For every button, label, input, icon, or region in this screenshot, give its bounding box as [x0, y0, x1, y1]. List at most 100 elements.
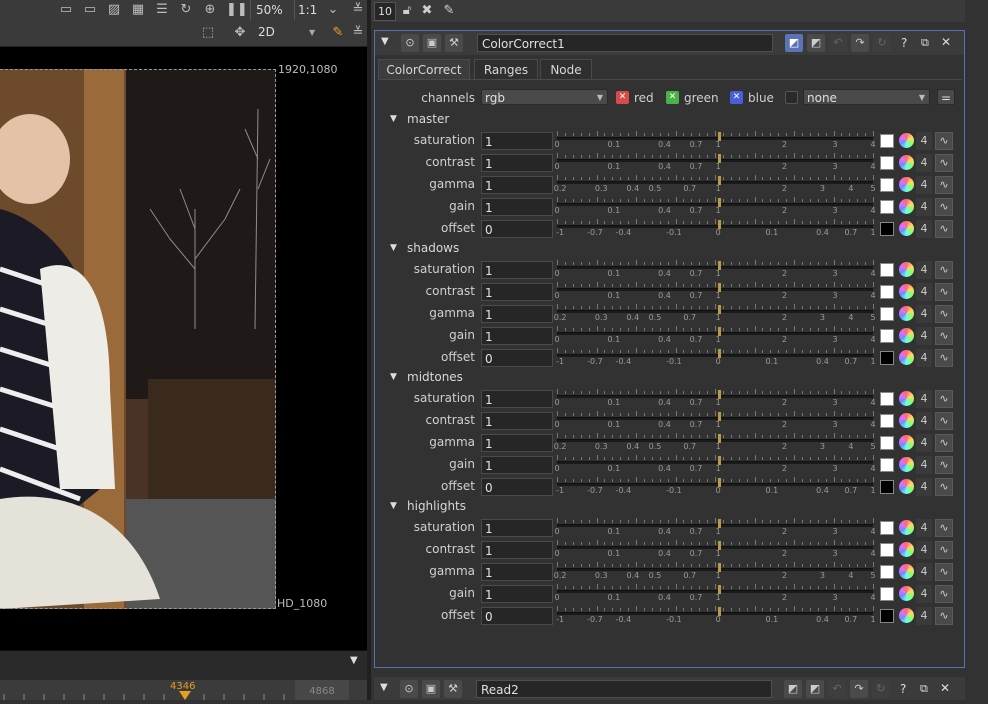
midtones-offset-color-swatch[interactable] [880, 480, 894, 494]
slider-handle[interactable] [718, 478, 722, 487]
slider-handle[interactable] [718, 519, 722, 528]
green-checkbox[interactable]: ✕ [666, 91, 679, 104]
slider-handle[interactable] [718, 585, 722, 594]
color-wheel-icon[interactable] [899, 564, 914, 579]
highlights-contrast-input[interactable]: 1 [481, 541, 553, 559]
color-wheel-icon[interactable] [899, 391, 914, 406]
shadows-contrast-slider[interactable]: 0 0.1 0.4 0.7 1 2 3 4 [554, 281, 876, 300]
midtones-offset-input[interactable]: 0 [481, 478, 553, 496]
transform-icon[interactable]: ✥ [232, 25, 248, 41]
color-wheel-icon[interactable] [899, 520, 914, 535]
master-gamma-input[interactable]: 1 [481, 176, 553, 194]
highlights-gain-slider[interactable]: 0 0.1 0.4 0.7 1 2 3 4 [554, 583, 876, 602]
animation-curve-icon[interactable]: ∿ [935, 305, 953, 323]
channel-count-button[interactable]: 4 [916, 349, 932, 367]
highlights-contrast-color-swatch[interactable] [880, 543, 894, 557]
highlights-saturation-color-swatch[interactable] [880, 521, 894, 535]
color-wheel-icon[interactable] [899, 457, 914, 472]
color-wheel-icon[interactable] [899, 306, 914, 321]
slider-handle[interactable] [718, 261, 722, 270]
stripes-icon[interactable]: ▨ [106, 2, 122, 18]
close-icon[interactable]: ✕ [941, 35, 951, 49]
node-copy-icon[interactable]: ▣ [422, 680, 440, 698]
wrench-icon[interactable]: ⚒ [444, 680, 462, 698]
shadows-gamma-input[interactable]: 1 [481, 305, 553, 323]
color-wheel-icon[interactable] [899, 177, 914, 192]
channel-count-button[interactable]: 4 [916, 154, 932, 172]
channel-count-button[interactable]: 4 [916, 283, 932, 301]
color-wheel-icon[interactable] [899, 413, 914, 428]
animation-curve-icon[interactable]: ∿ [935, 390, 953, 408]
slider-handle[interactable] [718, 220, 722, 229]
master-saturation-color-swatch[interactable] [880, 134, 894, 148]
shadows-gain-input[interactable]: 1 [481, 327, 553, 345]
wrench-icon[interactable]: ⚒ [445, 34, 463, 52]
color-wheel-icon[interactable] [899, 586, 914, 601]
revert-icon[interactable]: ↷ [851, 34, 869, 52]
animation-curve-icon[interactable]: ∿ [935, 585, 953, 603]
undo-icon[interactable]: ↶ [828, 680, 846, 698]
center-node-icon[interactable]: ⊙ [400, 680, 418, 698]
animation-curve-icon[interactable]: ∿ [935, 456, 953, 474]
midtones-saturation-slider[interactable]: 0 0.1 0.4 0.7 1 2 3 4 [554, 388, 876, 407]
channel-count-button[interactable]: 4 [916, 305, 932, 323]
slider-handle[interactable] [718, 349, 722, 358]
channel-count-button[interactable]: 4 [916, 390, 932, 408]
channel-count-button[interactable]: 4 [916, 220, 932, 238]
ratio-value[interactable]: 1:1 [294, 0, 317, 20]
shadows-saturation-color-swatch[interactable] [880, 263, 894, 277]
midtones-contrast-color-swatch[interactable] [880, 414, 894, 428]
node-copy-icon[interactable]: ▣ [423, 34, 441, 52]
master-contrast-input[interactable]: 1 [481, 154, 553, 172]
slider-handle[interactable] [718, 563, 722, 572]
clear-panels-icon[interactable]: ✖ [419, 3, 435, 19]
mask-dropdown[interactable]: none ▼ [803, 89, 930, 105]
slider-handle[interactable] [718, 176, 722, 185]
slider-handle[interactable] [718, 327, 722, 336]
monitor-icon[interactable]: ▭ [82, 2, 98, 18]
crosshair-icon[interactable]: ⊕ [202, 2, 218, 18]
shadows-saturation-slider[interactable]: 0 0.1 0.4 0.7 1 2 3 4 [554, 259, 876, 278]
roi-box-icon[interactable]: ⬚ [200, 25, 216, 41]
list-icon[interactable]: ☰ [154, 2, 170, 18]
animation-curve-icon[interactable]: ∿ [935, 478, 953, 496]
double-chevron-icon[interactable]: ≚ [350, 25, 366, 41]
channel-count-button[interactable]: 4 [916, 412, 932, 430]
chevron-down-icon[interactable]: ⌄ [325, 2, 341, 18]
highlights-offset-color-swatch[interactable] [880, 609, 894, 623]
color-wheel-icon[interactable] [899, 221, 914, 236]
midtones-gamma-slider[interactable]: 0.2 0.3 0.4 0.5 0.7 1 2 3 4 5 [554, 432, 876, 451]
animation-curve-icon[interactable]: ∿ [935, 154, 953, 172]
animation-curve-icon[interactable]: ∿ [935, 261, 953, 279]
channel-count-button[interactable]: 4 [916, 585, 932, 603]
channel-count-button[interactable]: 4 [916, 198, 932, 216]
midtones-contrast-input[interactable]: 1 [481, 412, 553, 430]
node-color2-icon[interactable]: ◩ [807, 34, 825, 52]
animation-curve-icon[interactable]: ∿ [935, 132, 953, 150]
shadows-gain-slider[interactable]: 0 0.1 0.4 0.7 1 2 3 4 [554, 325, 876, 344]
section-collapse-icon[interactable]: ▼ [390, 501, 397, 511]
slider-handle[interactable] [718, 607, 722, 616]
animation-curve-icon[interactable]: ∿ [935, 176, 953, 194]
highlights-contrast-slider[interactable]: 0 0.1 0.4 0.7 1 2 3 4 [554, 539, 876, 558]
max-panels-field[interactable]: 10 [374, 2, 396, 21]
brush-icon[interactable]: ✎ [330, 25, 346, 41]
end-frame[interactable]: 4868 [295, 680, 349, 700]
node2-name-field[interactable]: Read2 [476, 680, 772, 698]
collapse-arrow-icon[interactable]: ▼ [350, 655, 358, 666]
section-collapse-icon[interactable]: ▼ [390, 114, 397, 124]
color-wheel-icon[interactable] [899, 542, 914, 557]
redo-icon[interactable]: ↻ [873, 34, 891, 52]
channel-count-button[interactable]: 4 [916, 132, 932, 150]
color-wheel-icon[interactable] [899, 133, 914, 148]
collapse-triangle-icon[interactable]: ▼ [381, 36, 389, 47]
channel-count-button[interactable]: 4 [916, 327, 932, 345]
channel-count-button[interactable]: 4 [916, 563, 932, 581]
mask-eq-button[interactable]: = [937, 89, 955, 105]
section-collapse-icon[interactable]: ▼ [390, 372, 397, 382]
slider-handle[interactable] [718, 434, 722, 443]
midtones-gain-color-swatch[interactable] [880, 458, 894, 472]
master-gamma-color-swatch[interactable] [880, 178, 894, 192]
pencil-icon[interactable]: ✎ [441, 3, 457, 19]
node-color2-icon[interactable]: ◩ [806, 680, 824, 698]
